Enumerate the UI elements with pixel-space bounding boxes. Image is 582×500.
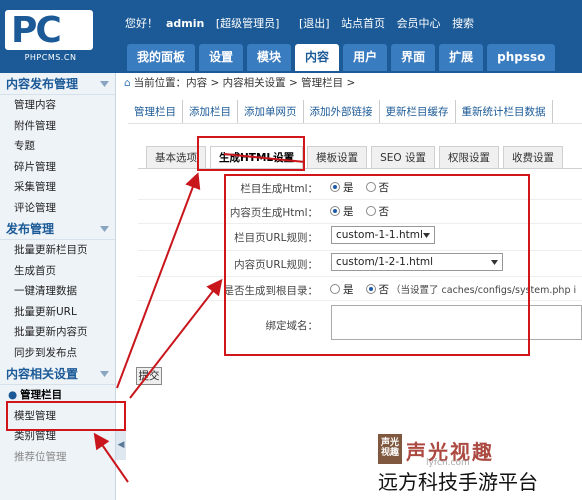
arrow-to-form <box>129 278 223 399</box>
watermark-badge-sub: 视趣 <box>380 448 399 458</box>
watermark-logo: 声光 视趣 声光视趣 lyfcn.com <box>378 432 530 468</box>
watermark-badge: 声光 视趣 <box>378 434 402 464</box>
arrow-tab-connector <box>223 153 306 163</box>
arrow-to-html-tab <box>116 172 201 389</box>
watermark-caption: 远方科技手游平台 <box>378 470 538 494</box>
annotation-arrows <box>93 153 306 483</box>
watermark-badge-text: 声光 <box>380 438 399 448</box>
arrow-to-sidebar-item <box>93 432 129 483</box>
